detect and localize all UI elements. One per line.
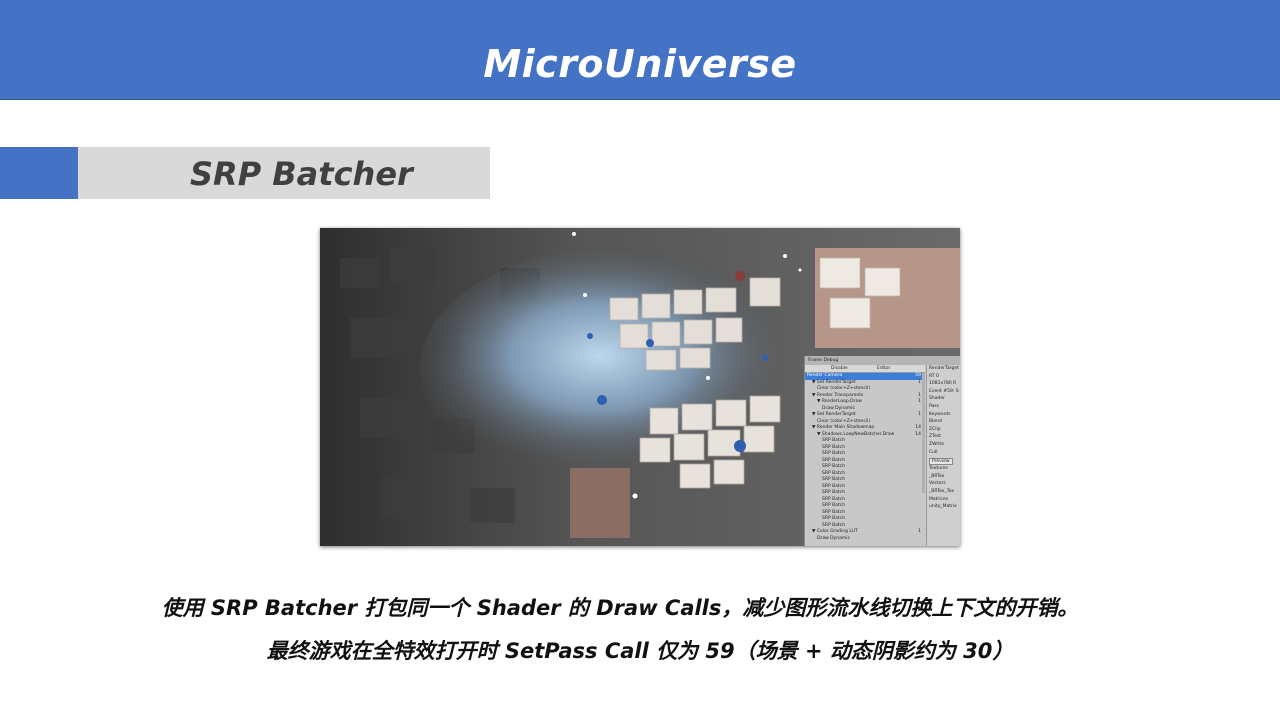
tree-row-label: ▼ Set RenderTarget xyxy=(812,412,856,417)
target-dropdown[interactable]: Editor xyxy=(877,365,890,372)
tree-row-label: Clear (color+Z+stencil) xyxy=(817,418,871,424)
tree-row-label: SRP Batch xyxy=(822,457,846,463)
tree-row-label: Draw Dynamic xyxy=(822,405,856,411)
tree-row-label: ▼ Color Grading LUT xyxy=(812,529,858,534)
tree-row-label: SRP Batch xyxy=(822,470,846,476)
tree-row-label: SRP Batch xyxy=(822,496,846,502)
detail-row: ZWrite xyxy=(929,441,944,447)
description-line-2: 最终游戏在全特效打开时 SetPass Call 仅为 59（场景 + 动态阴影… xyxy=(266,639,1014,663)
preview-tab[interactable]: Preview xyxy=(929,458,953,466)
tree-row-label: SRP Batch xyxy=(822,490,846,495)
frame-debugger-title: Frame Debug xyxy=(805,356,960,365)
detail-row: ZClip xyxy=(929,426,941,432)
tree-row-label: ▼ Shadows.LoopNewBatcher.Draw xyxy=(817,431,895,437)
tree-row-label: SRP Batch xyxy=(822,483,846,489)
section-accent xyxy=(0,147,78,199)
tree-row-label: Clear (color+Z+stencil) xyxy=(817,386,871,391)
detail-row: Keywords xyxy=(929,411,951,417)
detail-row: _BRTex_Tex xyxy=(929,488,955,494)
detail-row: _BRTex xyxy=(929,473,945,479)
tree-row-label: ▼ Render Transparents xyxy=(812,392,864,398)
tree-row-label: SRP Batch xyxy=(822,509,846,515)
section-title: SRP Batcher xyxy=(190,155,413,193)
tree-row-label: SRP Batch xyxy=(822,503,846,508)
page-title: MicroUniverse xyxy=(483,42,797,86)
tree-row-label: ▼ Set RenderTarget xyxy=(812,379,856,385)
tree-row-label: SRP Batch xyxy=(822,516,846,521)
tree-scrollbar[interactable] xyxy=(922,373,925,493)
detail-row: Event #59: S xyxy=(929,388,959,394)
frame-debugger-toolbar: Disable Editor xyxy=(805,365,925,373)
detail-row: Blend xyxy=(929,419,942,425)
section-heading-bar: SRP Batcher xyxy=(78,147,490,199)
disable-button[interactable]: Disable xyxy=(831,365,848,372)
tree-row-label: SRP Batch xyxy=(822,438,846,443)
detail-row: Vectors xyxy=(929,481,946,487)
detail-row: Textures xyxy=(929,466,948,472)
event-details: RenderTarget RT 0 1081x780 R Event #59: S Sh… xyxy=(926,365,960,546)
tree-row-label: ▼ RenderLoop.Draw xyxy=(817,399,862,404)
detail-row: RT 0 xyxy=(929,373,939,379)
frame-debugger-panel: Frame Debug Disable Editor Render Camera… xyxy=(804,356,960,546)
detail-row: RenderTarget xyxy=(929,366,959,371)
detail-row: Matrices xyxy=(929,496,949,502)
title-banner: MicroUniverse xyxy=(0,0,1280,100)
detail-row: Pass xyxy=(929,403,939,409)
game-screenshot: Frame Debug Disable Editor Render Camera… xyxy=(320,228,960,546)
detail-row: ZTest xyxy=(929,434,941,440)
detail-row: Cull xyxy=(929,449,938,455)
detail-row: unity_Matrix xyxy=(929,504,957,510)
tree-row-label: SRP Batch xyxy=(822,477,846,482)
detail-row: 1081x780 R xyxy=(929,381,957,387)
detail-row: Shader xyxy=(929,396,945,402)
tree-row-label: SRP Batch xyxy=(822,464,846,469)
tree-row-label: SRP Batch xyxy=(822,451,846,456)
tree-row-label: Render Camera xyxy=(807,373,843,378)
tree-row[interactable]: Draw Dynamic xyxy=(805,536,925,543)
event-tree[interactable]: Render Camera 59 ▼ Set RenderTarget 1 Clear … xyxy=(805,373,925,542)
tree-row-label: SRP Batch xyxy=(822,522,846,528)
tree-row-label: SRP Batch xyxy=(822,444,846,450)
tree-row-label: Draw Dynamic xyxy=(817,535,851,541)
description-line-1: 使用 SRP Batcher 打包同一个 Shader 的 Draw Calls… xyxy=(161,596,1079,620)
tree-row-label: ▼ Render Main Shadowmap xyxy=(812,425,875,430)
